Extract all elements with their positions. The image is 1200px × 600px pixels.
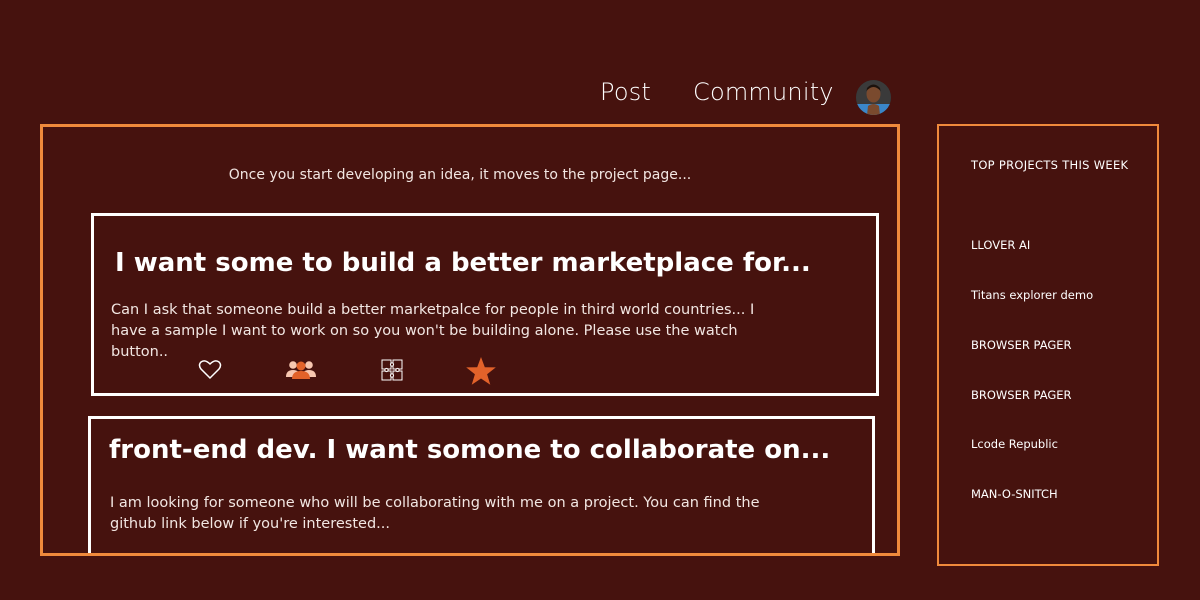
post-title[interactable]: I want some to build a better marketplac… — [115, 248, 811, 278]
project-link[interactable]: MAN-O-SNITCH — [971, 487, 1058, 501]
post-title[interactable]: front-end dev. I want somone to collabor… — [109, 435, 830, 465]
avatar-image — [856, 80, 891, 115]
project-link[interactable]: Titans explorer demo — [971, 288, 1093, 302]
project-link[interactable]: LLOVER AI — [971, 238, 1030, 252]
post-body: I am looking for someone who will be col… — [110, 495, 760, 532]
project-link[interactable]: BROWSER PAGER — [971, 338, 1072, 352]
nav-community-link[interactable]: Community — [693, 78, 834, 106]
post-card[interactable]: front-end dev. I want somone to collabor… — [88, 416, 875, 553]
puzzle-icon[interactable] — [381, 359, 403, 381]
feed-intro-text: Once you start developing an idea, it mo… — [228, 167, 692, 183]
heart-icon[interactable] — [198, 358, 222, 380]
feed-panel: Once you start developing an idea, it mo… — [40, 124, 900, 556]
top-projects-panel: TOP PROJECTS THIS WEEK LLOVER AI Titans … — [937, 124, 1159, 566]
post-card[interactable]: I want some to build a better marketplac… — [91, 213, 879, 396]
nav-post-link[interactable]: Post — [600, 78, 651, 106]
post-actions — [94, 354, 876, 388]
star-icon[interactable] — [465, 356, 497, 386]
project-link[interactable]: Lcode Republic — [971, 437, 1058, 451]
group-icon[interactable] — [285, 358, 317, 380]
project-link[interactable]: BROWSER PAGER — [971, 388, 1072, 402]
top-projects-title: TOP PROJECTS THIS WEEK — [971, 158, 1129, 172]
user-avatar[interactable] — [856, 80, 891, 115]
